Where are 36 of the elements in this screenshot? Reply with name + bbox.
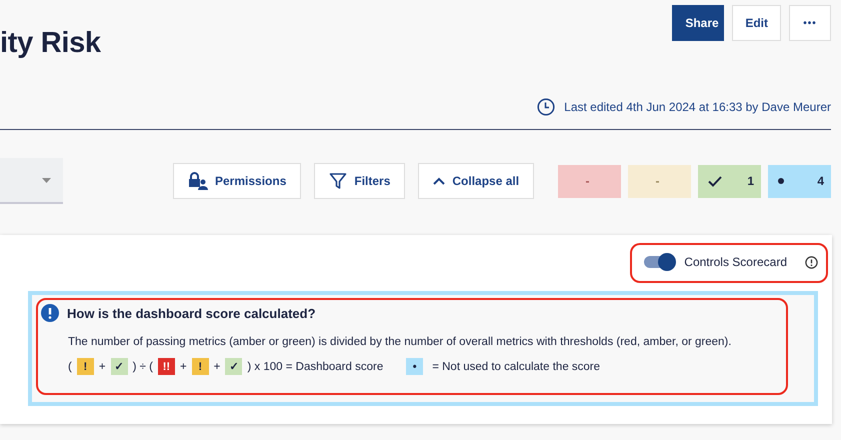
formula-text: +	[180, 360, 187, 372]
edit-button[interactable]: Edit	[732, 5, 781, 41]
toggle-switch[interactable]	[644, 256, 674, 268]
toggle-label: Controls Scorecard	[684, 255, 787, 269]
filter-icon	[329, 172, 348, 190]
status-badge: !	[76, 358, 94, 375]
dot-icon	[778, 178, 784, 184]
info-icon[interactable]	[805, 256, 818, 268]
clock-icon	[537, 98, 556, 116]
lock-user-icon	[188, 172, 208, 190]
chevron-up-icon	[433, 177, 446, 185]
status-badge: •	[406, 358, 424, 375]
page-title: ity Risk	[0, 29, 101, 61]
permissions-button[interactable]: Permissions	[173, 163, 302, 199]
check-icon	[708, 176, 722, 186]
filters-button[interactable]: Filters	[314, 163, 406, 199]
status-badge: !	[192, 358, 209, 375]
formula-text: = Not used to calculate the score	[432, 360, 600, 372]
status-badge: !!	[158, 358, 175, 375]
alert-icon	[41, 304, 59, 322]
info-title: How is the dashboard score calculated?	[67, 306, 316, 320]
info-description: The number of passing metrics (amber or green) is divided by the number of overall metrics with thresholds (red, amber, or green).	[68, 336, 732, 348]
formula-text: +	[214, 360, 220, 372]
caret-icon	[42, 178, 51, 182]
more-button[interactable]: •••	[789, 5, 831, 41]
formula-text: ) ÷ (	[132, 360, 153, 372]
status-tile[interactable]: 1	[698, 164, 761, 198]
status-badge: ✓	[110, 358, 128, 375]
last-edited-text: Last edited 4th Jun 2024 at 16:33 by Dave Meurer	[564, 100, 831, 114]
collapse-button[interactable]: Collapse all	[418, 163, 534, 199]
formula-text: +	[98, 360, 106, 372]
formula-text: (	[68, 360, 72, 372]
share-button[interactable]: Share	[672, 5, 724, 41]
status-tile[interactable]: 4	[768, 164, 831, 198]
status-badge: ✓	[225, 358, 242, 375]
formula-text: ) x 100 = Dashboard score	[247, 360, 384, 372]
